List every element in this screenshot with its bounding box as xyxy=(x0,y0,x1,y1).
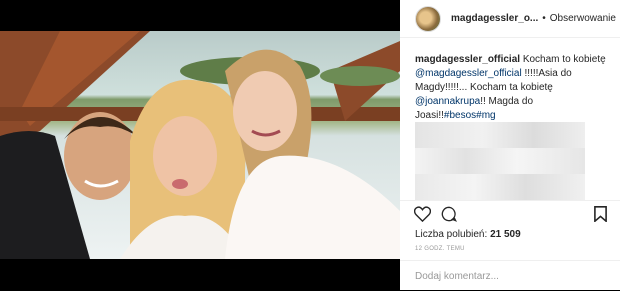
comment-input[interactable] xyxy=(415,269,605,283)
photo-illustration xyxy=(0,31,400,259)
instagram-post-view: magdagessler_o... • Obserwowanie magdage… xyxy=(0,0,620,290)
likes-number: 21 509 xyxy=(490,229,521,240)
caption-text-1: Kocham to kobietę xyxy=(522,54,606,65)
post-header: magdagessler_o... • Obserwowanie xyxy=(400,0,620,38)
heart-icon[interactable] xyxy=(413,206,432,227)
woman-middle-lips xyxy=(172,179,188,189)
username-link[interactable]: magdagessler_o... xyxy=(451,13,538,24)
avatar[interactable] xyxy=(415,5,441,32)
caption-username[interactable]: magdagessler_official xyxy=(415,54,520,65)
post-caption: magdagessler_official Kocham to kobietę … xyxy=(415,53,610,123)
post-photo[interactable] xyxy=(0,31,400,259)
photo-area xyxy=(0,0,400,290)
caption-hashtags[interactable]: #besos#mg xyxy=(444,110,496,121)
woman-right-face xyxy=(233,71,297,151)
trees-right xyxy=(320,66,400,86)
bookmark-icon[interactable] xyxy=(594,206,607,227)
likes-label: Liczba polubień: xyxy=(415,229,488,240)
post-timestamp: 12 GODZ. TEMU xyxy=(415,246,465,252)
post-actions xyxy=(400,200,620,227)
comment-icon[interactable] xyxy=(441,206,458,227)
separator-dot: • xyxy=(542,13,546,24)
comment-box xyxy=(400,260,620,291)
blurred-comments xyxy=(415,122,585,200)
following-button[interactable]: Obserwowanie xyxy=(550,13,616,24)
caption-mention-2[interactable]: @joannakrupa xyxy=(415,96,480,107)
caption-mention-1[interactable]: @magdagessler_official xyxy=(415,68,522,79)
post-side-panel: magdagessler_o... • Obserwowanie magdage… xyxy=(400,0,620,290)
likes-count[interactable]: Liczba polubień: 21 509 xyxy=(415,229,521,240)
